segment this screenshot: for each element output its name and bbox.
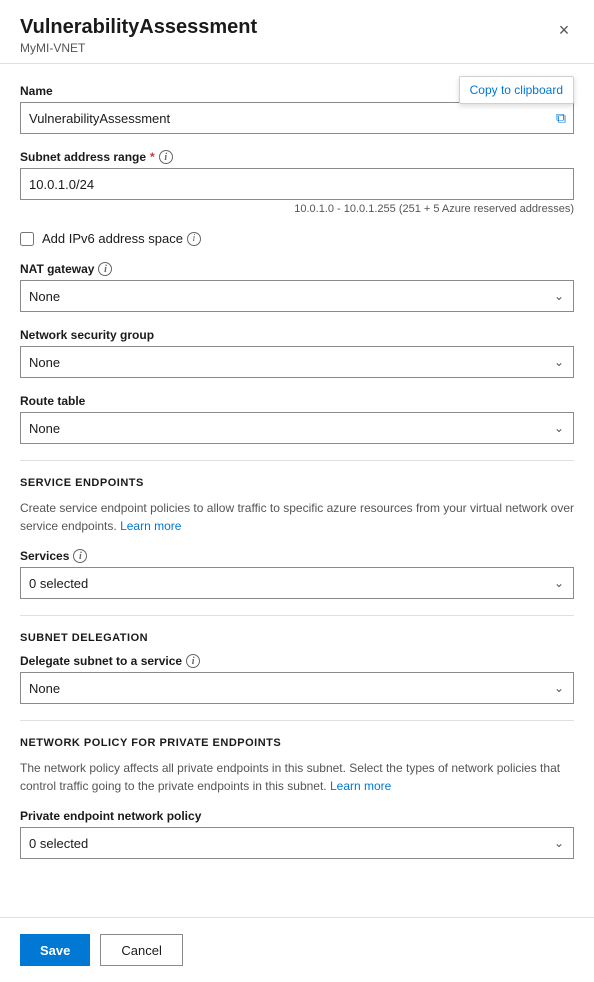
delegate-service-field-group: Delegate subnet to a service i None ⌄ [20,654,574,704]
delegate-service-select[interactable]: None [20,672,574,704]
copy-to-clipboard-button[interactable]: ⧉ [552,108,570,129]
ipv6-checkbox[interactable] [20,232,34,246]
subnet-address-input[interactable] [20,168,574,200]
route-table-select[interactable]: None [20,412,574,444]
nat-gateway-field-group: NAT gateway i None ⌄ [20,262,574,312]
nsg-select-wrapper: None ⌄ [20,346,574,378]
name-field-group: Name Copy to clipboard ⧉ [20,84,574,134]
services-select[interactable]: 0 selected [20,567,574,599]
panel-subtitle: MyMI-VNET [20,41,574,55]
private-endpoint-label: Private endpoint network policy [20,809,574,823]
clipboard-tooltip[interactable]: Copy to clipboard [459,76,574,104]
side-panel: VulnerabilityAssessment MyMI-VNET × Name… [0,0,594,982]
service-endpoints-learn-more[interactable]: Learn more [120,519,181,533]
ipv6-label: Add IPv6 address space i [42,231,201,246]
network-security-group-field-group: Network security group None ⌄ [20,328,574,378]
save-button[interactable]: Save [20,934,90,966]
subnet-delegation-section-title: SUBNET DELEGATION [20,632,574,644]
network-security-group-label: Network security group [20,328,574,342]
delegate-service-info-icon[interactable]: i [186,654,200,668]
name-input[interactable] [20,102,574,134]
services-select-wrapper: 0 selected ⌄ [20,567,574,599]
private-endpoint-select[interactable]: 0 selected [20,827,574,859]
nat-gateway-select-wrapper: None ⌄ [20,280,574,312]
panel-title: VulnerabilityAssessment [20,16,574,39]
cancel-button[interactable]: Cancel [100,934,182,966]
route-table-label: Route table [20,394,574,408]
route-table-select-wrapper: None ⌄ [20,412,574,444]
private-endpoint-select-wrapper: 0 selected ⌄ [20,827,574,859]
service-endpoints-description: Create service endpoint policies to allo… [20,499,574,535]
network-policy-description: The network policy affects all private e… [20,759,574,795]
network-policy-learn-more[interactable]: Learn more [330,779,391,793]
service-endpoints-section-title: SERVICE ENDPOINTS [20,477,574,489]
divider-1 [20,460,574,461]
panel-footer: Save Cancel [0,917,594,982]
subnet-address-input-wrapper [20,168,574,200]
private-endpoint-field-group: Private endpoint network policy 0 select… [20,809,574,859]
services-label: Services i [20,549,574,563]
panel-body: Name Copy to clipboard ⧉ Subnet address … [0,64,594,917]
panel-header: VulnerabilityAssessment MyMI-VNET × [0,0,594,64]
subnet-address-info-icon[interactable]: i [159,150,173,164]
route-table-field-group: Route table None ⌄ [20,394,574,444]
copy-icon: ⧉ [556,110,566,126]
services-info-icon[interactable]: i [73,549,87,563]
nat-gateway-select[interactable]: None [20,280,574,312]
subnet-address-label: Subnet address range * i [20,150,574,164]
subnet-address-hint: 10.0.1.0 - 10.0.1.255 (251 + 5 Azure res… [20,203,574,215]
ipv6-checkbox-row: Add IPv6 address space i [20,231,574,246]
network-security-group-select[interactable]: None [20,346,574,378]
services-field-group: Services i 0 selected ⌄ [20,549,574,599]
delegate-service-select-wrapper: None ⌄ [20,672,574,704]
close-button[interactable]: × [550,16,578,44]
required-star: * [150,150,155,164]
nat-gateway-label: NAT gateway i [20,262,574,276]
divider-2 [20,615,574,616]
subnet-address-field-group: Subnet address range * i 10.0.1.0 - 10.0… [20,150,574,215]
nat-gateway-info-icon[interactable]: i [98,262,112,276]
divider-3 [20,720,574,721]
delegate-service-label: Delegate subnet to a service i [20,654,574,668]
network-policy-section-title: NETWORK POLICY FOR PRIVATE ENDPOINTS [20,737,574,749]
ipv6-info-icon[interactable]: i [187,232,201,246]
name-input-wrapper: ⧉ [20,102,574,134]
